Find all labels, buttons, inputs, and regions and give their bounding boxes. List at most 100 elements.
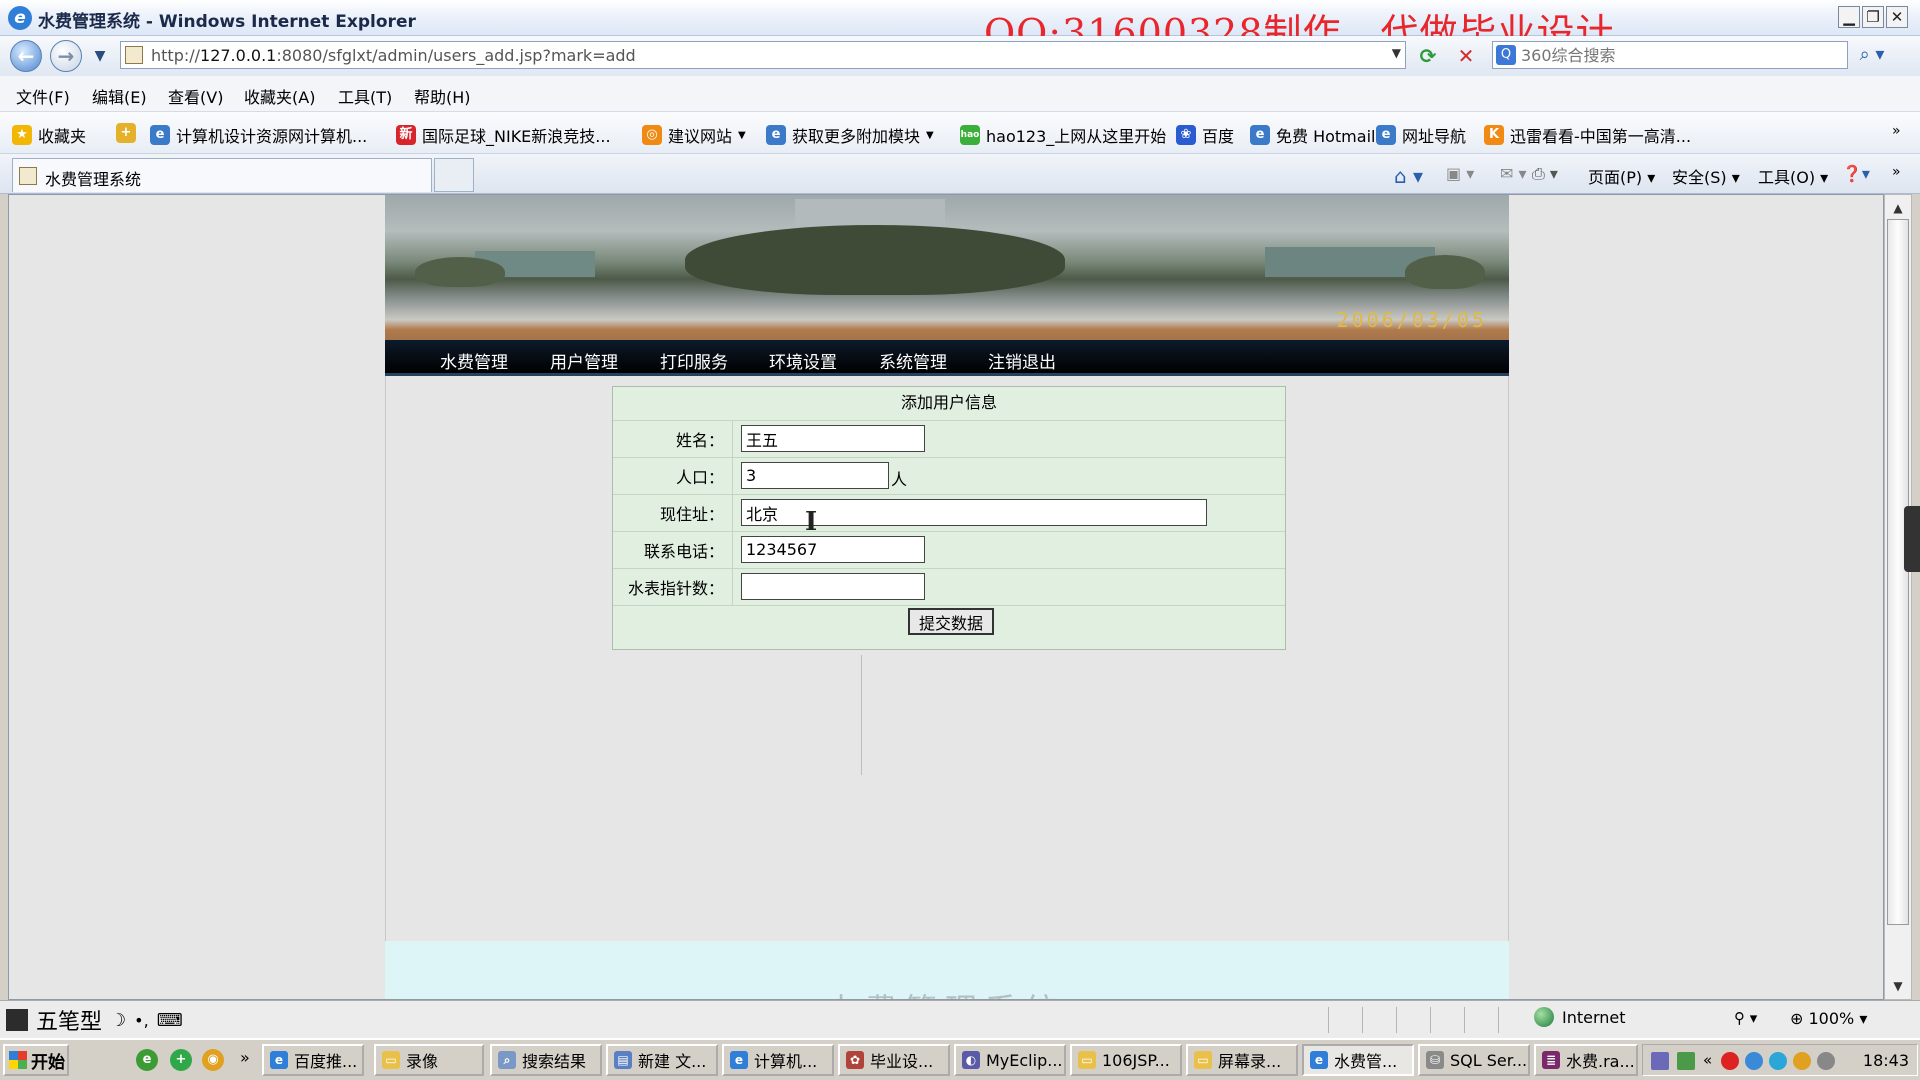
task-106jsp-folder[interactable]: ▭ 106JSP... <box>1070 1044 1182 1076</box>
scroll-up-icon[interactable]: ▲ <box>1887 197 1909 219</box>
nav-user-management[interactable]: 用户管理 <box>550 348 618 373</box>
fav-suggested-sites[interactable]: ◎ 建议网站 ▼ <box>642 123 746 147</box>
search-icon[interactable]: ⌕ ▾ <box>1852 41 1892 69</box>
battery-icon[interactable] <box>1677 1052 1695 1070</box>
task-screen-recorder-folder[interactable]: ▭ 屏幕录... <box>1186 1044 1298 1076</box>
nav-logout[interactable]: 注销退出 <box>988 348 1056 373</box>
punctuation-icon[interactable]: •, <box>134 1011 149 1030</box>
more-commands-chevron-icon[interactable]: » <box>1892 164 1901 180</box>
forward-button[interactable]: → <box>50 40 82 72</box>
task-computer[interactable]: e 计算机... <box>722 1044 834 1076</box>
task-rar-archive[interactable]: ≣ 水费.ra... <box>1534 1044 1638 1076</box>
stop-icon[interactable]: ✕ <box>1452 42 1480 70</box>
messenger-tray-icon[interactable] <box>1769 1052 1787 1070</box>
ime-mode[interactable]: 五笔型 <box>36 1004 102 1036</box>
fav-link-hotmail[interactable]: e 免费 Hotmail <box>1250 123 1375 147</box>
suggested-sites-icon: ◎ <box>642 125 662 145</box>
menu-tools[interactable]: 工具(T) <box>338 84 392 108</box>
add-favorite-button[interactable]: + <box>116 123 136 143</box>
close-window-button[interactable]: ✕ <box>1886 6 1908 28</box>
ime-toolbar[interactable]: 五笔型 ☽ •, ⌨ <box>6 1004 183 1036</box>
ie-page-icon: e <box>1376 125 1396 145</box>
phone-label: 联系电话： <box>613 532 733 568</box>
more-quicklaunch-icon[interactable]: » <box>240 1048 250 1067</box>
security-zone[interactable]: Internet <box>1534 1007 1626 1027</box>
address-dropdown-icon[interactable]: ▼ <box>1392 46 1401 60</box>
nav-water-fee-management[interactable]: 水费管理 <box>440 348 508 373</box>
print-icon[interactable]: ⎙ ▾ <box>1532 164 1558 184</box>
task-shuifei-active[interactable]: e 水费管... <box>1302 1044 1414 1076</box>
population-input[interactable] <box>741 462 889 489</box>
fav-link-sina-sports[interactable]: 新 国际足球_NIKE新浪竞技... <box>396 123 611 147</box>
nav-system-management[interactable]: 系统管理 <box>879 348 947 373</box>
scroll-down-icon[interactable]: ▼ <box>1887 975 1909 997</box>
fav-get-addons[interactable]: e 获取更多附加模块 ▼ <box>766 123 934 147</box>
search-box[interactable]: Q <box>1492 41 1848 69</box>
back-button[interactable]: ← <box>10 40 42 72</box>
command-tools-menu[interactable]: 工具(O) ▾ <box>1758 164 1828 188</box>
360-browser-icon[interactable]: + <box>170 1049 192 1071</box>
name-input[interactable] <box>741 425 925 452</box>
side-dock-handle[interactable] <box>1904 506 1920 572</box>
recent-pages-dropdown[interactable]: ▼ <box>86 42 114 70</box>
zoom-level[interactable]: ⊕ 100% ▾ <box>1790 1009 1867 1028</box>
divider-line <box>861 655 862 775</box>
fav-link-baidu[interactable]: ❀ 百度 <box>1176 123 1234 147</box>
refresh-icon[interactable]: ⟳ <box>1414 42 1442 70</box>
moon-icon[interactable]: ☽ <box>110 1010 126 1031</box>
fav-link-computer-design[interactable]: e 计算机设计资源网计算机... <box>150 123 367 147</box>
fav-link-url-nav[interactable]: e 网址导航 <box>1376 123 1466 147</box>
more-favorites-chevron-icon[interactable]: » <box>1892 123 1901 139</box>
command-safety-menu[interactable]: 安全(S) ▾ <box>1672 164 1740 188</box>
meter-reading-input[interactable] <box>741 573 925 600</box>
menu-edit[interactable]: 编辑(E) <box>92 84 147 108</box>
search-input[interactable] <box>1521 44 1841 66</box>
page-icon <box>125 46 143 64</box>
volume-tray-icon[interactable] <box>1817 1052 1835 1070</box>
browser-quicklaunch-icon[interactable]: ◉ <box>202 1049 224 1071</box>
favorites-button[interactable]: ★ 收藏夹 <box>12 123 86 147</box>
fav-link-hao123[interactable]: hao hao123_上网从这里开始 <box>960 123 1166 147</box>
tray-expand-icon[interactable]: « <box>1703 1051 1712 1069</box>
task-sql-server[interactable]: ⛁ SQL Ser... <box>1418 1044 1530 1076</box>
maximize-button[interactable]: ❐ <box>1862 6 1884 28</box>
status-bar: 五笔型 ☽ •, ⌨ Internet ⚲ ▾ ⊕ 100% ▾ <box>0 1000 1920 1038</box>
task-baidu[interactable]: e 百度推... <box>262 1044 364 1076</box>
submit-data-button[interactable]: 提交数据 <box>908 608 994 635</box>
security-tray-icon[interactable] <box>1721 1052 1739 1070</box>
menu-help[interactable]: 帮助(H) <box>414 84 471 108</box>
nav-environment-settings[interactable]: 环境设置 <box>769 348 837 373</box>
minimize-button[interactable]: ▁ <box>1838 6 1860 28</box>
vertical-scrollbar[interactable]: ▲ ▼ <box>1884 194 1912 1000</box>
start-button[interactable]: 开始 <box>3 1044 69 1076</box>
qq-tray-icon[interactable] <box>1793 1052 1811 1070</box>
meter-reading-label: 水表指针数： <box>613 569 733 605</box>
menu-favorites[interactable]: 收藏夹(A) <box>244 84 315 108</box>
ie-quicklaunch-icon[interactable]: e <box>136 1049 158 1071</box>
help-icon[interactable]: ❓▾ <box>1842 164 1870 183</box>
address-bar[interactable]: http://127.0.0.1:8080/sfglxt/admin/users… <box>120 41 1406 69</box>
command-page-menu[interactable]: 页面(P) ▾ <box>1588 164 1655 188</box>
menu-view[interactable]: 查看(V) <box>168 84 223 108</box>
tab-shuifei[interactable]: 水费管理系统 <box>12 158 432 192</box>
protected-mode-icon[interactable]: ⚲ ▾ <box>1734 1009 1757 1027</box>
phone-input[interactable] <box>741 536 925 563</box>
home-icon[interactable]: ⌂ ▾ <box>1394 164 1423 188</box>
task-search-results[interactable]: ⌕ 搜索结果 <box>490 1044 602 1076</box>
mail-icon[interactable]: ✉ ▾ <box>1500 164 1527 183</box>
new-tab-button[interactable] <box>434 158 474 192</box>
form-row-meter: 水表指针数： <box>613 569 1285 606</box>
task-graduation-design[interactable]: ✿ 毕业设... <box>838 1044 950 1076</box>
ime-tray-icon[interactable] <box>1651 1052 1669 1070</box>
nav-print-service[interactable]: 打印服务 <box>660 348 728 373</box>
keyboard-icon[interactable]: ⌨ <box>157 1010 183 1031</box>
fav-link-xunlei[interactable]: K 迅雷看看-中国第一高清... <box>1484 123 1691 147</box>
scroll-thumb[interactable] <box>1887 219 1909 925</box>
network-tray-icon[interactable] <box>1745 1052 1763 1070</box>
address-url[interactable]: http://127.0.0.1:8080/sfglxt/admin/users… <box>151 46 636 65</box>
task-myeclipse[interactable]: ◐ MyEclip... <box>954 1044 1066 1076</box>
feeds-icon[interactable]: ▣ ▾ <box>1446 164 1474 183</box>
menu-file[interactable]: 文件(F) <box>16 84 70 108</box>
task-new-document[interactable]: ▤ 新建 文... <box>606 1044 718 1076</box>
task-recording-folder[interactable]: ▭ 录像 <box>374 1044 484 1076</box>
